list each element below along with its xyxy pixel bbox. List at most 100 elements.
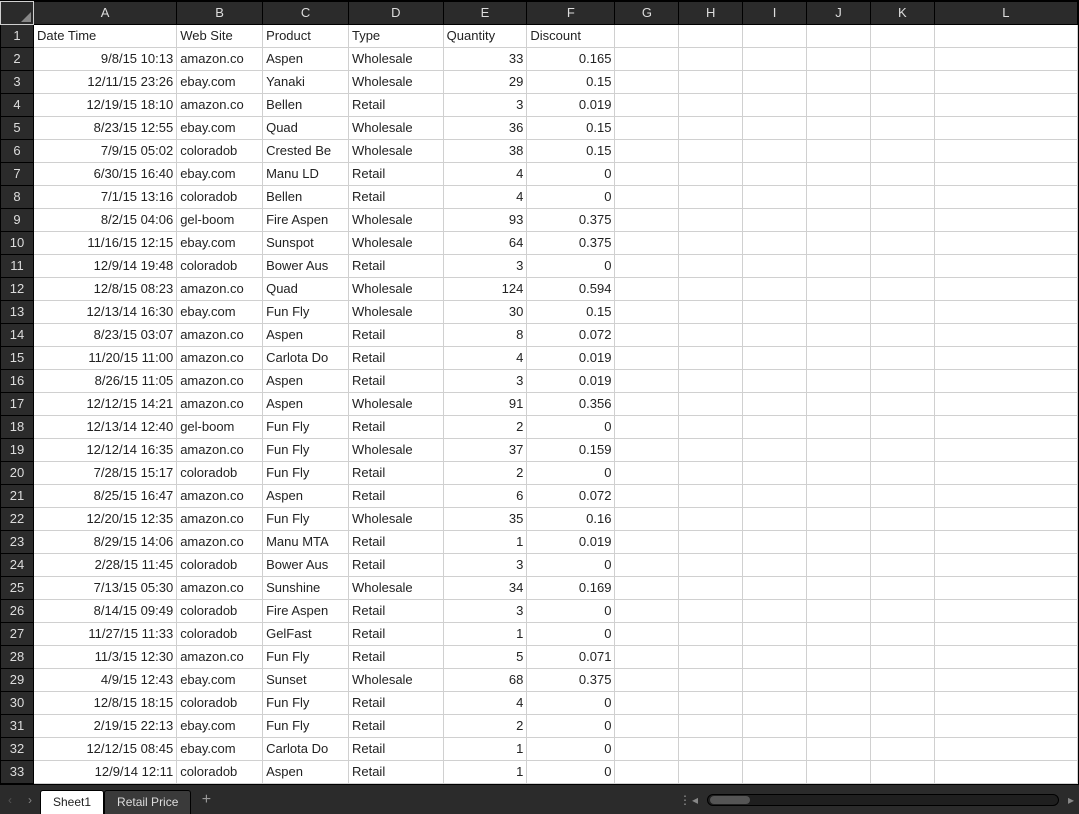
cell[interactable]: 0.15 <box>527 301 615 324</box>
cell[interactable]: Retail <box>348 462 443 485</box>
cell[interactable] <box>615 416 679 439</box>
cell[interactable] <box>615 163 679 186</box>
cell[interactable]: Retail <box>348 623 443 646</box>
tab-nav-next[interactable]: › <box>20 785 40 814</box>
cell[interactable]: Wholesale <box>348 117 443 140</box>
cell[interactable] <box>807 301 871 324</box>
cell[interactable] <box>679 393 743 416</box>
cell[interactable] <box>615 646 679 669</box>
cell[interactable]: Quantity <box>443 25 527 48</box>
row-header[interactable]: 18 <box>1 416 34 439</box>
sheet-tab[interactable]: Retail Price <box>104 790 191 814</box>
cell[interactable]: 0.071 <box>527 646 615 669</box>
cell[interactable]: Wholesale <box>348 140 443 163</box>
cell[interactable]: 0 <box>527 462 615 485</box>
cell[interactable]: Wholesale <box>348 209 443 232</box>
cell[interactable] <box>807 761 871 784</box>
cell[interactable]: Bower Aus <box>263 255 349 278</box>
cell[interactable] <box>934 508 1077 531</box>
cell[interactable] <box>870 623 934 646</box>
cell[interactable] <box>743 370 807 393</box>
cell[interactable]: 91 <box>443 393 527 416</box>
cell[interactable]: ebay.com <box>177 301 263 324</box>
cell[interactable]: amazon.co <box>177 577 263 600</box>
cell[interactable]: Sunshine <box>263 577 349 600</box>
cell[interactable] <box>679 416 743 439</box>
column-header-E[interactable]: E <box>443 2 527 25</box>
cell[interactable] <box>807 186 871 209</box>
cell[interactable]: 0 <box>527 163 615 186</box>
add-sheet-button[interactable]: + <box>191 785 221 814</box>
cell[interactable] <box>934 439 1077 462</box>
cell[interactable] <box>934 94 1077 117</box>
cell[interactable] <box>807 531 871 554</box>
cell[interactable]: Manu MTA <box>263 531 349 554</box>
column-header-B[interactable]: B <box>177 2 263 25</box>
cell[interactable]: Yanaki <box>263 71 349 94</box>
cell[interactable] <box>679 232 743 255</box>
cell[interactable] <box>934 692 1077 715</box>
cell[interactable]: Product <box>263 25 349 48</box>
cell[interactable] <box>934 646 1077 669</box>
cell[interactable]: Fire Aspen <box>263 600 349 623</box>
cell[interactable]: 3 <box>443 554 527 577</box>
cell[interactable] <box>679 439 743 462</box>
cell[interactable]: GelFast <box>263 623 349 646</box>
cell[interactable] <box>807 508 871 531</box>
cell[interactable]: 11/27/15 11:33 <box>34 623 177 646</box>
cell[interactable]: 0.15 <box>527 117 615 140</box>
cell[interactable] <box>807 623 871 646</box>
row-header[interactable]: 2 <box>1 48 34 71</box>
cell[interactable]: Retail <box>348 600 443 623</box>
cell[interactable]: amazon.co <box>177 646 263 669</box>
cell[interactable]: Retail <box>348 186 443 209</box>
row-header[interactable]: 11 <box>1 255 34 278</box>
cell[interactable] <box>807 554 871 577</box>
cell[interactable] <box>870 393 934 416</box>
cell[interactable]: 7/28/15 15:17 <box>34 462 177 485</box>
row-header[interactable]: 10 <box>1 232 34 255</box>
cell[interactable]: 12/13/14 16:30 <box>34 301 177 324</box>
cell[interactable] <box>870 48 934 71</box>
cell[interactable] <box>870 94 934 117</box>
cell[interactable]: 12/11/15 23:26 <box>34 71 177 94</box>
column-header-A[interactable]: A <box>34 2 177 25</box>
cell[interactable] <box>934 232 1077 255</box>
cell[interactable] <box>743 669 807 692</box>
cell[interactable] <box>615 278 679 301</box>
cell[interactable]: amazon.co <box>177 94 263 117</box>
cell[interactable] <box>934 347 1077 370</box>
cell[interactable] <box>743 692 807 715</box>
cell[interactable] <box>934 163 1077 186</box>
row-header[interactable]: 12 <box>1 278 34 301</box>
cell[interactable]: Sunspot <box>263 232 349 255</box>
cell[interactable] <box>679 209 743 232</box>
cell[interactable]: 7/13/15 05:30 <box>34 577 177 600</box>
row-header[interactable]: 8 <box>1 186 34 209</box>
cell[interactable] <box>615 117 679 140</box>
cell[interactable]: 0 <box>527 554 615 577</box>
cell[interactable]: 2 <box>443 416 527 439</box>
cell[interactable]: 0.15 <box>527 71 615 94</box>
cell[interactable]: 0 <box>527 416 615 439</box>
cell[interactable] <box>807 71 871 94</box>
cell[interactable] <box>743 71 807 94</box>
cell[interactable]: 0 <box>527 738 615 761</box>
cell[interactable]: ebay.com <box>177 669 263 692</box>
cell[interactable]: 0 <box>527 761 615 784</box>
cell[interactable]: Wholesale <box>348 393 443 416</box>
cell[interactable]: 0.15 <box>527 140 615 163</box>
cell[interactable]: 6 <box>443 485 527 508</box>
cell[interactable]: 0 <box>527 623 615 646</box>
cell[interactable]: amazon.co <box>177 48 263 71</box>
cell[interactable] <box>679 324 743 347</box>
cell[interactable]: 8/26/15 11:05 <box>34 370 177 393</box>
cell[interactable] <box>615 370 679 393</box>
cell[interactable] <box>743 232 807 255</box>
cell[interactable] <box>679 347 743 370</box>
cell[interactable] <box>807 278 871 301</box>
cell[interactable] <box>679 278 743 301</box>
cell[interactable] <box>870 255 934 278</box>
cell[interactable] <box>870 25 934 48</box>
cell[interactable] <box>807 94 871 117</box>
